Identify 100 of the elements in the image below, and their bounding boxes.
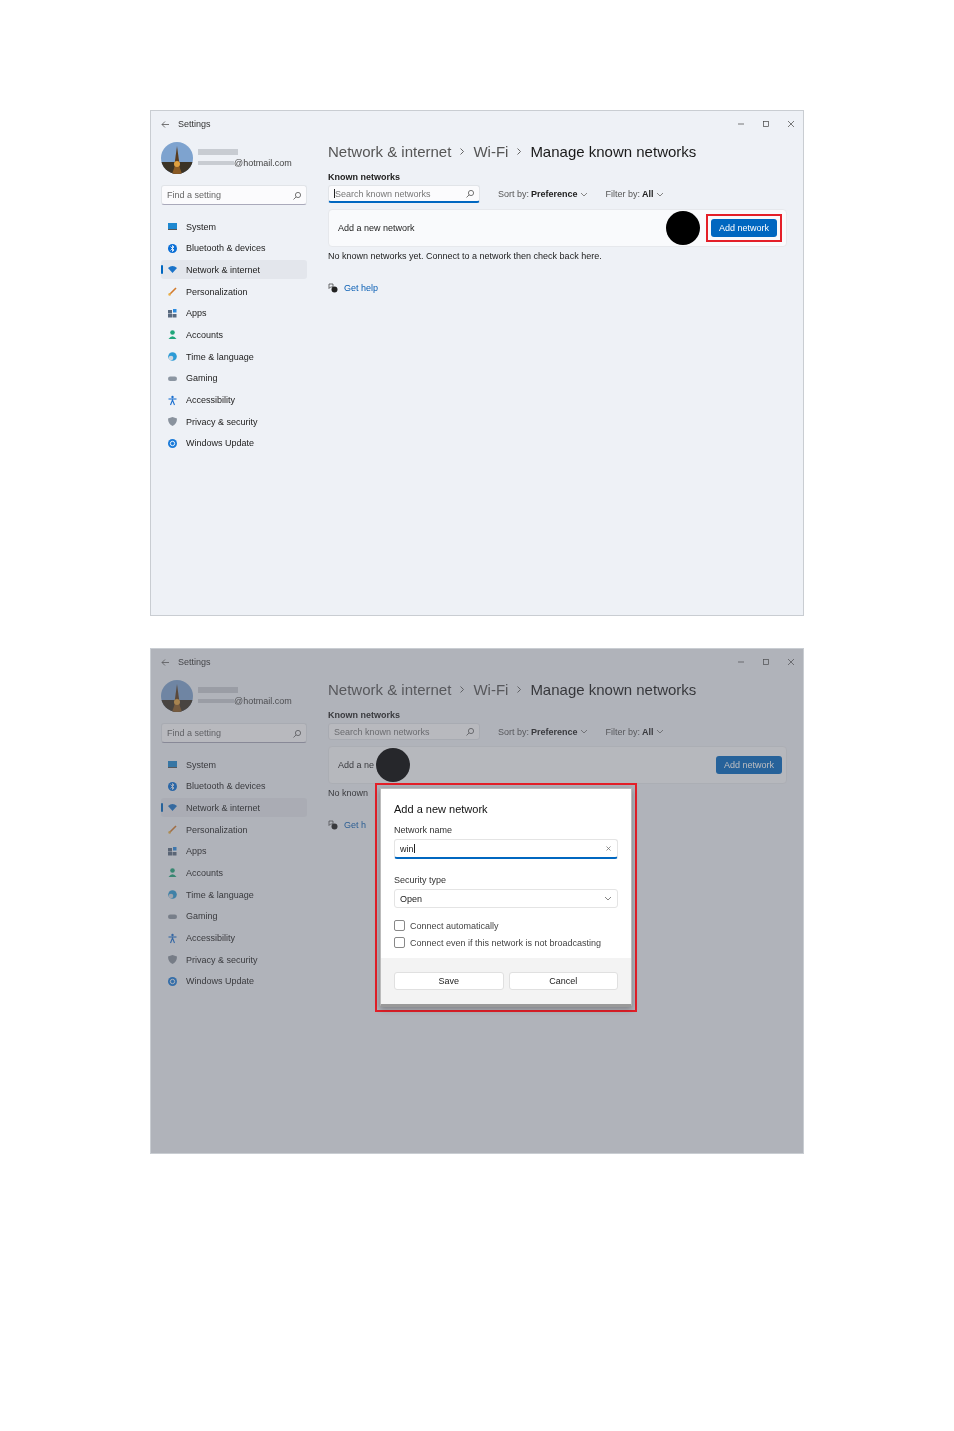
selection-indicator: [161, 265, 163, 275]
chevron-down-icon: [579, 728, 588, 735]
page-title: Manage known networks: [530, 681, 697, 698]
monitor-icon: [167, 221, 178, 232]
help-link[interactable]: Get help: [344, 283, 379, 293]
sidebar-item[interactable]: System: [161, 755, 307, 774]
apps-icon: [167, 307, 178, 319]
chevron-right-icon: [516, 147, 523, 156]
brush-icon: [167, 286, 178, 298]
sidebar-item[interactable]: Personalization: [161, 282, 307, 302]
person-icon: [167, 867, 178, 879]
checkbox-label: Connect automatically: [410, 920, 499, 931]
sidebar-item[interactable]: Accessibility: [161, 928, 307, 948]
account-email: @hotmail.com: [234, 695, 292, 706]
wifi-icon: [167, 264, 178, 276]
add-network-button[interactable]: Add network: [710, 219, 777, 237]
sidebar-item[interactable]: Windows Update: [161, 433, 307, 453]
clear-icon: [605, 845, 612, 852]
chevron-down-icon: [579, 190, 588, 198]
sort-dropdown[interactable]: Sort by: Preference: [498, 726, 588, 737]
input-field[interactable]: win: [394, 839, 618, 859]
search-field[interactable]: Find a setting: [161, 723, 307, 743]
breadcrumb-link[interactable]: Wi-Fi: [473, 681, 509, 698]
sidebar-item[interactable]: Privacy & security: [161, 412, 307, 432]
search-field[interactable]: Find a setting: [161, 185, 307, 205]
back-arrow-icon: [161, 119, 170, 129]
breadcrumb-link[interactable]: Wi-Fi: [473, 143, 509, 160]
sync-icon: [167, 437, 178, 449]
chevron-right-icon: [459, 685, 466, 694]
field-label: Network name: [394, 825, 454, 835]
sidebar-item[interactable]: Network & internet: [161, 260, 307, 280]
sidebar-item[interactable]: Bluetooth & devices: [161, 238, 307, 258]
monitor-icon: [167, 759, 178, 770]
sync-icon: [167, 975, 178, 987]
add-network-label: Add a ne: [338, 760, 375, 770]
maximize-icon: [762, 658, 770, 666]
sidebar-item[interactable]: Gaming: [161, 906, 307, 926]
sidebar-item[interactable]: Bluetooth & devices: [161, 776, 307, 796]
search-icon: [465, 189, 474, 198]
shield-icon: [167, 954, 178, 966]
section-heading: Known networks: [328, 710, 401, 720]
field-label: Security type: [394, 875, 448, 885]
shield-icon: [167, 416, 178, 428]
filter-dropdown[interactable]: Filter by: All: [605, 189, 664, 199]
sidebar-item[interactable]: Privacy & security: [161, 950, 307, 970]
redacted-email: [198, 160, 234, 165]
help-chat-icon: [328, 283, 338, 293]
sidebar-item[interactable]: Time & language: [161, 347, 307, 367]
person-icon: [167, 329, 178, 341]
minimize-icon: [737, 658, 745, 666]
close-icon: [787, 120, 795, 128]
sidebar-item[interactable]: Accessibility: [161, 390, 307, 410]
minimize-icon: [737, 120, 745, 128]
filter-dropdown[interactable]: Filter by: All: [605, 726, 664, 737]
chevron-down-icon: [655, 728, 664, 735]
empty-message: No known networks yet. Connect to a network then check back here.: [328, 251, 603, 261]
chevron-right-icon: [459, 147, 466, 156]
chevron-down-icon: [604, 895, 612, 902]
globe-clock-icon: [167, 889, 178, 901]
chevron-right-icon: [516, 685, 523, 694]
add-network-button[interactable]: Add network: [715, 756, 782, 774]
sidebar-item[interactable]: Network & internet: [161, 798, 307, 818]
window-title: Settings: [178, 657, 211, 667]
sort-dropdown[interactable]: Sort by: Preference: [498, 189, 588, 199]
cancel-button[interactable]: Cancel: [508, 972, 618, 990]
bluetooth-icon: [167, 242, 178, 254]
sidebar-item[interactable]: Accounts: [161, 325, 307, 345]
checkbox[interactable]: [394, 920, 405, 931]
selection-indicator: [161, 803, 163, 813]
breadcrumb-link[interactable]: Network & internet: [328, 681, 452, 698]
close-icon: [787, 658, 795, 666]
help-chat-icon: [328, 820, 338, 830]
checkbox[interactable]: [394, 937, 405, 948]
empty-message: No known: [328, 788, 370, 798]
security-dropdown[interactable]: Open: [394, 889, 618, 908]
apps-icon: [167, 845, 178, 857]
sidebar-item[interactable]: Time & language: [161, 885, 307, 905]
redacted-name: [198, 148, 238, 155]
sidebar-item[interactable]: Windows Update: [161, 971, 307, 991]
bluetooth-icon: [167, 780, 178, 792]
search-icon: [292, 190, 301, 200]
sidebar-item[interactable]: Accounts: [161, 863, 307, 883]
search-field[interactable]: Search known networks: [328, 185, 480, 203]
add-network-label: Add a new network: [338, 223, 415, 233]
sidebar-item[interactable]: Apps: [161, 303, 307, 323]
sidebar-item[interactable]: Gaming: [161, 368, 307, 388]
account-email: @hotmail.com: [234, 157, 292, 168]
page-title: Manage known networks: [530, 143, 697, 160]
help-link[interactable]: Get h: [344, 820, 366, 830]
brush-icon: [167, 824, 178, 836]
sidebar-item[interactable]: Apps: [161, 841, 307, 861]
search-icon: [465, 727, 474, 736]
sidebar-item[interactable]: System: [161, 217, 307, 236]
save-button[interactable]: Save: [394, 972, 504, 990]
breadcrumb-link[interactable]: Network & internet: [328, 143, 452, 160]
accessibility-icon: [167, 394, 178, 406]
section-heading: Known networks: [328, 172, 401, 182]
wifi-icon: [167, 802, 178, 814]
sidebar-item[interactable]: Personalization: [161, 820, 307, 840]
globe-clock-icon: [167, 351, 178, 363]
